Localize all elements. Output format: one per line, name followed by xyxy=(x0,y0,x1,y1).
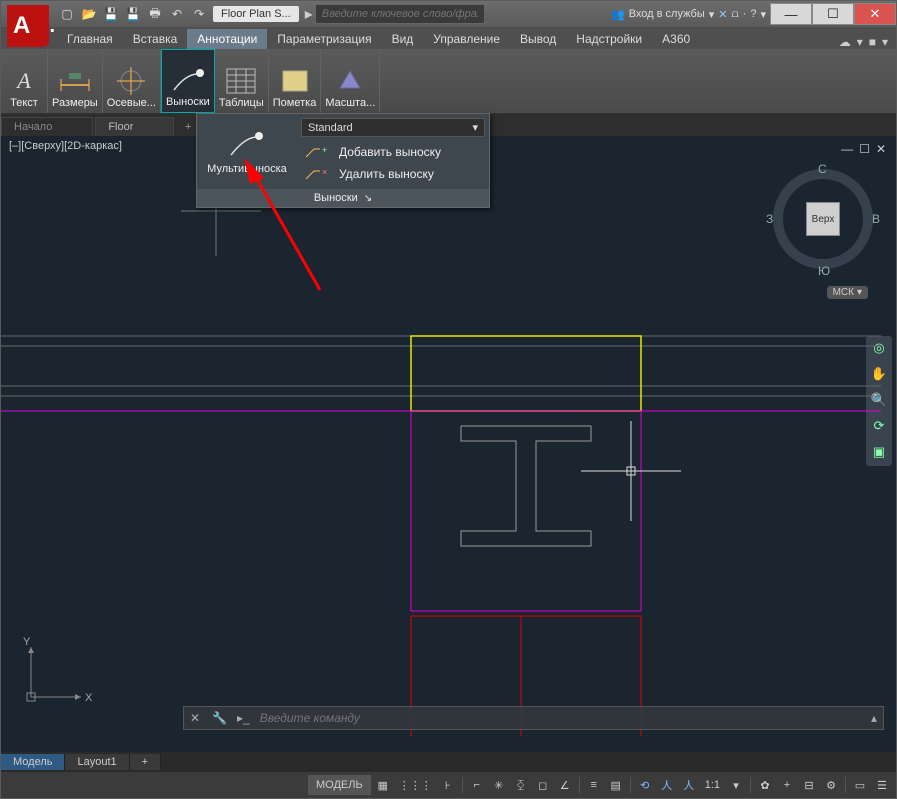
tab-a360[interactable]: A360 xyxy=(652,29,700,49)
svg-text:X: X xyxy=(85,692,93,704)
multileader-icon xyxy=(227,129,267,159)
ortho-icon[interactable]: ⌐ xyxy=(467,775,487,795)
tab-view[interactable]: Вид xyxy=(382,29,424,49)
lineweight-icon[interactable]: ≡ xyxy=(584,775,604,795)
layout-tabs: Модель Layout1 + xyxy=(1,752,896,772)
snap-icon[interactable]: ⋮⋮⋮ xyxy=(395,775,436,795)
ribbon-tabs: Главная Вставка Аннотации Параметризация… xyxy=(1,27,896,49)
print-icon[interactable]: 🖶 xyxy=(145,4,165,24)
transparency-icon[interactable]: ▤ xyxy=(606,775,626,795)
redo-icon[interactable]: ↷ xyxy=(189,4,209,24)
saveas-icon[interactable]: 💾 xyxy=(123,4,143,24)
remove-leader-button[interactable]: × Удалить выноску xyxy=(301,163,485,185)
tab-manage[interactable]: Управление xyxy=(423,29,510,49)
tab-drawing-current[interactable]: Floor + xyxy=(95,117,174,136)
cmdline-close-icon[interactable]: ✕ xyxy=(184,711,206,725)
svg-text:Y: Y xyxy=(23,636,31,648)
maximize-button[interactable]: ☐ xyxy=(812,3,854,25)
a360-icon[interactable]: ⩍ xyxy=(732,8,739,21)
app-menu-icon[interactable]: A xyxy=(7,5,49,47)
multileader-button[interactable]: Мультивыноска xyxy=(197,114,297,189)
signin-icon[interactable]: 👥 xyxy=(611,8,625,21)
help-icon[interactable]: ? xyxy=(750,8,756,20)
table-icon xyxy=(222,65,260,97)
svg-text:×: × xyxy=(322,167,327,177)
signin-link[interactable]: Вход в службы xyxy=(629,8,705,20)
status-model[interactable]: МОДЕЛЬ xyxy=(308,775,371,795)
annovisibility-icon[interactable]: 人 xyxy=(679,775,699,795)
polar-icon[interactable]: ✳ xyxy=(489,775,509,795)
ucs-icon: X Y xyxy=(21,637,91,712)
annoscale-icon[interactable]: 人 xyxy=(657,775,677,795)
tab-layout1[interactable]: Layout1 xyxy=(65,754,129,770)
new-icon[interactable]: ▢ xyxy=(57,4,77,24)
chevron-down-icon: ▾ xyxy=(472,121,478,134)
isolate-icon[interactable]: ⊟ xyxy=(799,775,819,795)
exchange-icon[interactable]: ✕ xyxy=(718,8,727,21)
drawing-geometry xyxy=(1,136,896,752)
tab-insert[interactable]: Вставка xyxy=(123,29,188,49)
tab-model[interactable]: Модель xyxy=(1,754,65,770)
scale-icon xyxy=(331,65,369,97)
dropdown-footer[interactable]: Выноски ↘ xyxy=(197,189,489,207)
leader-style-combo[interactable]: Standard ▾ xyxy=(301,118,485,137)
hwaccel-icon[interactable]: ⚙ xyxy=(821,775,841,795)
panel-centerlines[interactable]: Осевые... xyxy=(103,49,161,113)
close-button[interactable]: ✕ xyxy=(854,3,896,25)
new-drawing-button[interactable]: + xyxy=(185,121,191,133)
new-layout-button[interactable]: + xyxy=(130,754,161,770)
centerline-icon xyxy=(112,65,150,97)
add-leader-icon: + xyxy=(303,144,331,160)
cmdline-settings-icon[interactable]: 🔧 xyxy=(206,711,233,725)
scale-combo[interactable]: 1:1 xyxy=(701,775,724,795)
dimension-icon xyxy=(56,65,94,97)
dialog-launcher-icon[interactable]: ↘ xyxy=(364,193,372,204)
titlebar: A ▢ 📂 💾 💾 🖶 ↶ ↷ Floor Plan S... ▸ 👥 Вход… xyxy=(1,1,896,27)
tab-addins[interactable]: Надстройки xyxy=(566,29,652,49)
open-icon[interactable]: 📂 xyxy=(79,4,99,24)
track-icon[interactable]: ∠ xyxy=(555,775,575,795)
customize-icon[interactable]: ☰ xyxy=(872,775,892,795)
infer-icon[interactable]: ⊦ xyxy=(438,775,458,795)
undo-icon[interactable]: ↶ xyxy=(167,4,187,24)
scale-dropdown-icon[interactable]: ▾ xyxy=(726,775,746,795)
status-bar: МОДЕЛЬ ▦ ⋮⋮⋮ ⊦ ⌐ ✳ ⧰ ◻ ∠ ≡ ▤ ⟲ 人 人 1:1 ▾… xyxy=(1,772,896,798)
viewport[interactable]: [–][Сверху][2D-каркас] — ☐ ✕ Верх С В Ю … xyxy=(1,136,896,752)
tab-start[interactable]: Начало xyxy=(1,117,93,136)
workspace-icon[interactable]: ✿ xyxy=(755,775,775,795)
add-leader-button[interactable]: + Добавить выноску xyxy=(301,141,485,163)
search-input[interactable] xyxy=(315,4,485,24)
leader-icon xyxy=(169,64,207,96)
cleanscreen-icon[interactable]: ▭ xyxy=(850,775,870,795)
panel-dimensions[interactable]: Размеры xyxy=(48,49,103,113)
command-line[interactable]: ✕ 🔧 ▸_ ▴ xyxy=(183,706,884,730)
quick-access-toolbar: ▢ 📂 💾 💾 🖶 ↶ ↷ xyxy=(57,4,209,24)
iso-icon[interactable]: ⧰ xyxy=(511,775,531,795)
text-icon: A xyxy=(5,65,43,97)
panel-markup[interactable]: Пометка xyxy=(269,49,322,113)
grid-icon[interactable]: ▦ xyxy=(373,775,393,795)
remove-leader-icon: × xyxy=(303,166,331,182)
minimize-button[interactable]: — xyxy=(770,3,812,25)
cycling-icon[interactable]: ⟲ xyxy=(635,775,655,795)
ribbon: A Текст Размеры Осевые... Выноски Табл xyxy=(1,49,896,114)
svg-text:+: + xyxy=(322,145,327,155)
save-icon[interactable]: 💾 xyxy=(101,4,121,24)
tab-output[interactable]: Вывод xyxy=(510,29,566,49)
command-input[interactable] xyxy=(254,711,865,725)
panel-tables[interactable]: Таблицы xyxy=(215,49,269,113)
panel-scale[interactable]: Масшта... xyxy=(321,49,380,113)
bim360-icon[interactable]: ☁ xyxy=(839,35,851,49)
panel-text[interactable]: A Текст xyxy=(1,49,48,113)
tab-home[interactable]: Главная xyxy=(57,29,123,49)
ribbon-collapse-icon[interactable]: ■ xyxy=(869,35,876,49)
tab-annotations[interactable]: Аннотации xyxy=(187,29,267,49)
tab-parametric[interactable]: Параметризация xyxy=(267,29,381,49)
leaders-dropdown: Мультивыноска Standard ▾ + Добавить выно… xyxy=(196,113,490,208)
panel-leaders[interactable]: Выноски xyxy=(161,49,215,113)
markup-icon xyxy=(276,65,314,97)
document-title: Floor Plan S... xyxy=(213,6,299,22)
annomonitor-icon[interactable]: + xyxy=(777,775,797,795)
osnap-icon[interactable]: ◻ xyxy=(533,775,553,795)
